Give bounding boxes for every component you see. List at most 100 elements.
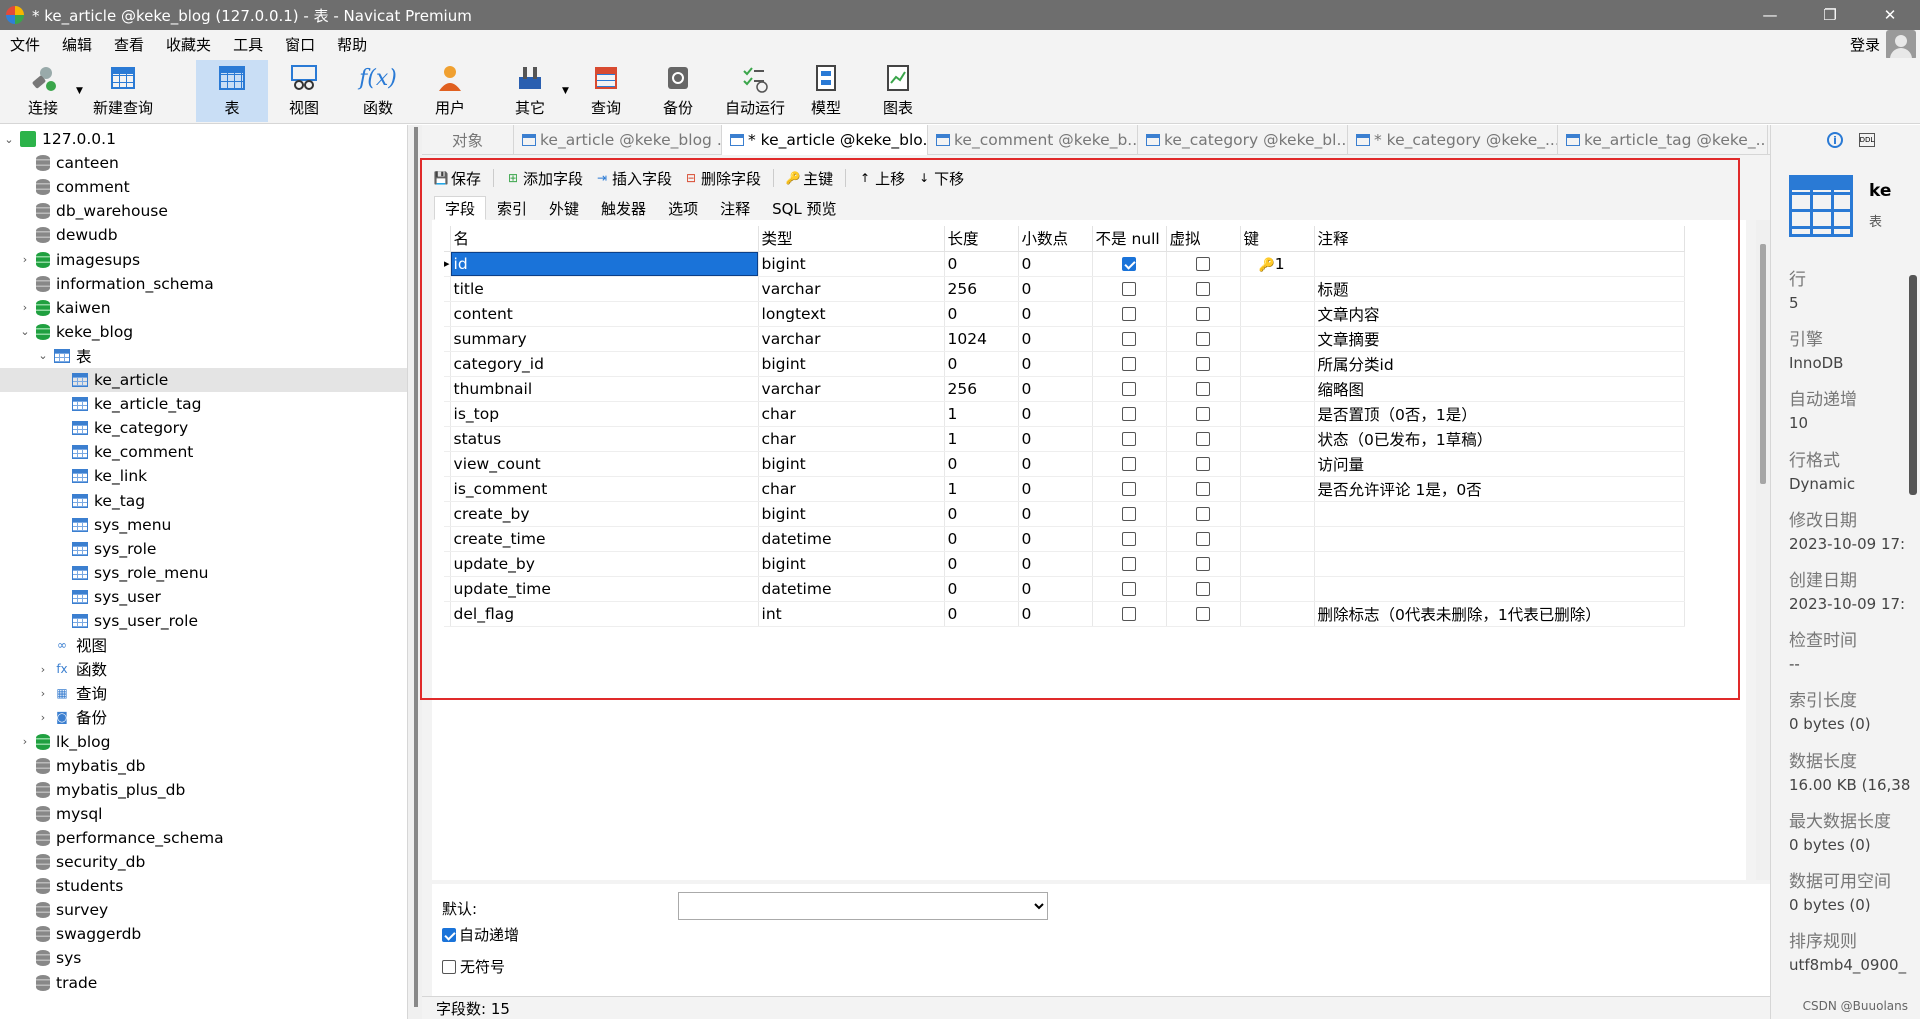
tree-label: ke_tag	[94, 491, 146, 510]
tree-label: information_schema	[56, 274, 214, 293]
tree-table-ke_article[interactable]: ke_article	[0, 368, 407, 392]
query-button[interactable]: 查询	[576, 60, 636, 122]
tree-db-comment[interactable]: comment	[0, 175, 407, 199]
tab-ke-article-active[interactable]: * ke_article @keke_blo...	[722, 125, 928, 155]
tab-ke-category[interactable]: ke_category @keke_bl...	[1138, 125, 1348, 155]
info-value: utf8mb4_0900_	[1789, 956, 1907, 975]
tree-db-imagesups[interactable]: › imagesups	[0, 248, 407, 272]
tab-ke-comment[interactable]: ke_comment @keke_b...	[928, 125, 1138, 155]
tree-table-ke_comment[interactable]: ke_comment	[0, 440, 407, 464]
auto-run-button[interactable]: 自动运行	[718, 60, 792, 122]
tree-db-swaggerdb[interactable]: swaggerdb	[0, 922, 407, 946]
tree-label: mybatis_db	[56, 756, 146, 775]
tree-db-mybatis_plus_db[interactable]: mybatis_plus_db	[0, 778, 407, 802]
default-select[interactable]	[678, 892, 1048, 920]
tab-ke-category-design[interactable]: * ke_category @keke_...	[1348, 125, 1558, 155]
chevron-right-icon[interactable]: ›	[36, 687, 50, 700]
new-query-icon	[108, 63, 138, 93]
tree-db-survey[interactable]: survey	[0, 898, 407, 922]
tree-db-security_db[interactable]: security_db	[0, 850, 407, 874]
tree-table-sys_user[interactable]: sys_user	[0, 585, 407, 609]
other-dropdown-icon[interactable]: ▼	[562, 86, 569, 96]
user-button[interactable]: 用户	[420, 60, 480, 122]
tree-db-sys[interactable]: sys	[0, 946, 407, 970]
navicat-app-icon	[6, 6, 24, 24]
tree-folder-tables[interactable]: ⌄ 表	[0, 344, 407, 368]
menu-favorites[interactable]: 收藏夹	[156, 34, 223, 55]
chevron-down-icon[interactable]: ⌄	[18, 325, 32, 338]
tree-db-mysql[interactable]: mysql	[0, 802, 407, 826]
menu-tools[interactable]: 工具	[223, 34, 275, 55]
maximize-button[interactable]: ❐	[1800, 0, 1860, 30]
tree-table-sys_role_menu[interactable]: sys_role_menu	[0, 561, 407, 585]
tree-label: dewudb	[56, 226, 118, 245]
chevron-down-icon[interactable]: ⌄	[2, 133, 16, 146]
tree-table-sys_user_role[interactable]: sys_user_role	[0, 609, 407, 633]
table-button[interactable]: 表	[196, 60, 268, 122]
tree-db-dewudb[interactable]: dewudb	[0, 223, 407, 247]
tree-db-db_warehouse[interactable]: db_warehouse	[0, 199, 407, 223]
menu-view[interactable]: 查看	[104, 34, 156, 55]
database-icon	[36, 155, 50, 172]
menu-file[interactable]: 文件	[0, 34, 52, 55]
login-link[interactable]: 登录	[1850, 34, 1880, 55]
tree-label: survey	[56, 901, 109, 920]
chevron-right-icon[interactable]: ›	[36, 711, 50, 724]
menu-window[interactable]: 窗口	[275, 34, 327, 55]
user-avatar-icon[interactable]	[1886, 30, 1916, 60]
tab-ke-article-tag[interactable]: ke_article_tag @keke_...	[1558, 125, 1768, 155]
tree-table-ke_category[interactable]: ke_category	[0, 416, 407, 440]
tab-ke-article-1[interactable]: ke_article @keke_blog ...	[514, 125, 722, 155]
table-icon	[72, 589, 88, 604]
info-scrollbar[interactable]	[1909, 275, 1917, 495]
chevron-right-icon[interactable]: ›	[18, 735, 32, 748]
minimize-button[interactable]: —	[1740, 0, 1800, 30]
tree-table-sys_menu[interactable]: sys_menu	[0, 513, 407, 537]
model-label: 模型	[810, 99, 841, 117]
tree-db-performance_schema[interactable]: performance_schema	[0, 826, 407, 850]
tree-table-ke_tag[interactable]: ke_tag	[0, 489, 407, 513]
menu-edit[interactable]: 编辑	[52, 34, 104, 55]
tree-db-kaiwen[interactable]: › kaiwen	[0, 296, 407, 320]
tree-table-ke_article_tag[interactable]: ke_article_tag	[0, 392, 407, 416]
chevron-down-icon[interactable]: ⌄	[36, 349, 50, 362]
chart-button[interactable]: 图表	[868, 60, 928, 122]
model-button[interactable]: 模型	[796, 60, 856, 122]
function-button[interactable]: f(x) 函数	[348, 60, 408, 122]
ddl-icon[interactable]: DDL	[1859, 133, 1875, 147]
tree-db-trade[interactable]: trade	[0, 971, 407, 995]
tree-db-keke_blog[interactable]: ⌄ keke_blog	[0, 320, 407, 344]
unsigned-checkbox[interactable]: 无符号	[442, 956, 505, 977]
info-label: 排序规则	[1789, 932, 1857, 953]
tree-db-canteen[interactable]: canteen	[0, 151, 407, 175]
info-item: 检查时间 --	[1789, 626, 1920, 673]
info-icon[interactable]: i	[1827, 132, 1843, 148]
tab-objects[interactable]: 对象	[422, 125, 514, 155]
grid-scrollbar[interactable]	[1756, 220, 1770, 880]
tree-folder-queries[interactable]: › ▦ 查询	[0, 681, 407, 705]
other-button[interactable]: 其它	[500, 60, 560, 122]
new-query-button[interactable]: 新建查询	[88, 60, 158, 122]
backup-button[interactable]: 备份	[648, 60, 708, 122]
view-button[interactable]: 视图	[274, 60, 334, 122]
tree-db-lk_blog[interactable]: › lk_blog	[0, 730, 407, 754]
tree-db-mybatis_db[interactable]: mybatis_db	[0, 754, 407, 778]
chevron-right-icon[interactable]: ›	[18, 253, 32, 266]
menu-help[interactable]: 帮助	[327, 34, 379, 55]
tree-db-information_schema[interactable]: information_schema	[0, 272, 407, 296]
tree-connection-root[interactable]: ⌄ 127.0.0.1	[0, 127, 407, 151]
tree-table-sys_role[interactable]: sys_role	[0, 537, 407, 561]
user-label: 用户	[434, 99, 465, 117]
tree-folder-backups[interactable]: › ◙ 备份	[0, 705, 407, 729]
window-title: * ke_article @keke_blog (127.0.0.1) - 表 …	[32, 6, 472, 25]
tree-folder-views[interactable]: ∞ 视图	[0, 633, 407, 657]
auto-increment-checkbox[interactable]: 自动递增	[442, 924, 519, 945]
tree-table-ke_link[interactable]: ke_link	[0, 464, 407, 488]
close-button[interactable]: ✕	[1860, 0, 1920, 30]
chevron-right-icon[interactable]: ›	[18, 301, 32, 314]
chevron-right-icon[interactable]: ›	[36, 663, 50, 676]
connect-button[interactable]: 连接	[14, 60, 72, 122]
tree-db-students[interactable]: students	[0, 874, 407, 898]
tree-folder-functions[interactable]: › fx 函数	[0, 657, 407, 681]
connect-dropdown-icon[interactable]: ▼	[76, 86, 83, 96]
